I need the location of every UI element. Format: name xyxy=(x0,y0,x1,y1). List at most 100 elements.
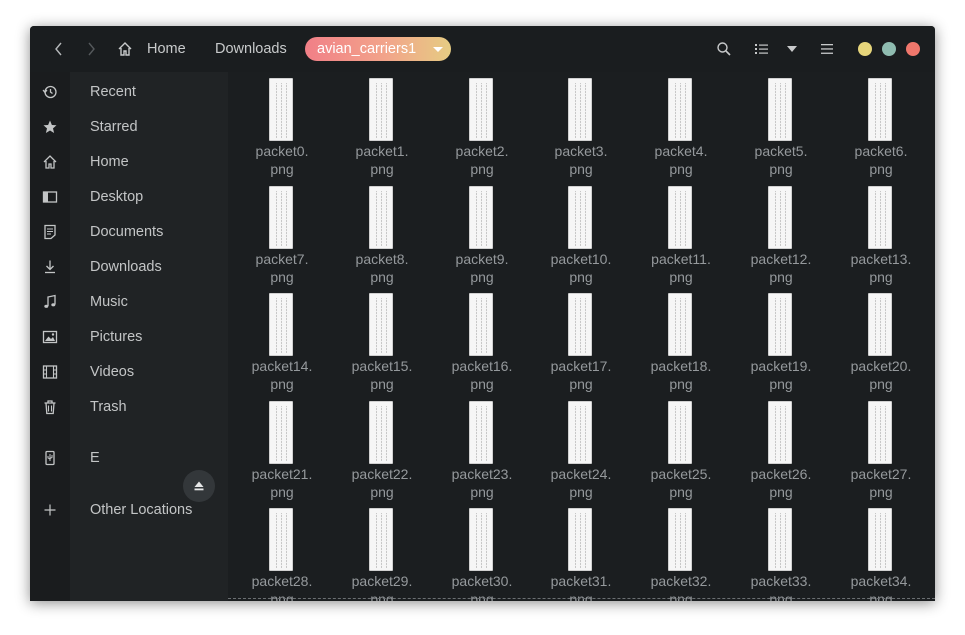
desktop-icon[interactable] xyxy=(40,187,60,207)
file-item[interactable]: packet4. png xyxy=(631,78,731,184)
main-menu-button[interactable] xyxy=(816,38,838,60)
file-item[interactable]: packet20. png xyxy=(831,293,931,399)
file-item[interactable]: packet7. png xyxy=(232,186,332,292)
sidebar-item-documents[interactable]: Documents xyxy=(90,222,163,242)
file-thumbnail xyxy=(369,401,393,464)
file-item[interactable]: packet23. png xyxy=(432,401,532,507)
sidebar-item-device-e[interactable]: E xyxy=(90,448,100,468)
file-name: packet19. png xyxy=(750,358,812,392)
documents-icon[interactable] xyxy=(40,222,60,242)
file-item[interactable]: packet9. png xyxy=(432,186,532,292)
sidebar-item-recent[interactable]: Recent xyxy=(90,82,136,102)
file-thumbnail xyxy=(568,508,592,571)
file-item[interactable]: packet26. png xyxy=(731,401,831,507)
sidebar-item-videos[interactable]: Videos xyxy=(90,362,134,382)
file-item[interactable]: packet8. png xyxy=(332,186,432,292)
file-thumbnail xyxy=(868,78,892,141)
file-item[interactable]: packet3. png xyxy=(531,78,631,184)
videos-icon[interactable] xyxy=(40,362,60,382)
file-item[interactable]: packet6. png xyxy=(831,78,931,184)
sidebar-item-home[interactable]: Home xyxy=(90,152,129,172)
forward-button[interactable] xyxy=(80,38,102,60)
sidebar-item-trash[interactable]: Trash xyxy=(90,397,127,417)
file-thumbnail xyxy=(369,186,393,249)
file-item[interactable]: packet18. png xyxy=(631,293,731,399)
eject-icon xyxy=(194,481,204,491)
file-name: packet22. png xyxy=(351,466,413,500)
file-name: packet21. png xyxy=(251,466,313,500)
view-options-button[interactable] xyxy=(781,38,803,60)
breadcrumb-home-icon-button[interactable] xyxy=(114,38,136,60)
file-name: packet33. png xyxy=(750,573,812,601)
file-item[interactable]: packet16. png xyxy=(432,293,532,399)
file-item[interactable]: packet10. png xyxy=(531,186,631,292)
sidebar-item-desktop[interactable]: Desktop xyxy=(90,187,143,207)
file-item[interactable]: packet14. png xyxy=(232,293,332,399)
back-button[interactable] xyxy=(48,38,70,60)
trash-icon[interactable] xyxy=(40,397,60,417)
sidebar-item-other-locations[interactable]: Other Locations xyxy=(90,500,192,520)
list-view-icon xyxy=(755,44,768,54)
file-item[interactable]: packet31. png xyxy=(531,508,631,601)
file-name: packet9. png xyxy=(455,251,509,285)
file-item[interactable]: packet33. png xyxy=(731,508,831,601)
file-name: packet12. png xyxy=(750,251,812,285)
pictures-icon[interactable] xyxy=(40,327,60,347)
search-button[interactable] xyxy=(713,38,735,60)
recent-icon[interactable] xyxy=(40,82,60,102)
file-item[interactable]: packet19. png xyxy=(731,293,831,399)
file-item[interactable]: packet27. png xyxy=(831,401,931,507)
close-button[interactable] xyxy=(906,42,920,56)
file-thumbnail xyxy=(568,78,592,141)
file-thumbnail xyxy=(668,78,692,141)
forward-icon xyxy=(88,42,95,56)
rubberband-divider xyxy=(228,598,935,599)
file-name: packet8. png xyxy=(355,251,409,285)
star-icon[interactable] xyxy=(40,117,60,137)
sidebar: Recent Starred Home Desktop Documents Do… xyxy=(70,72,228,601)
breadcrumb-current-folder[interactable]: avian_carriers1 xyxy=(305,37,451,61)
file-thumbnail xyxy=(668,401,692,464)
plus-icon[interactable] xyxy=(40,500,60,520)
file-item[interactable]: packet2. png xyxy=(432,78,532,184)
maximize-button[interactable] xyxy=(882,42,896,56)
file-item[interactable]: packet28. png xyxy=(232,508,332,601)
music-icon[interactable] xyxy=(40,292,60,312)
downloads-icon[interactable] xyxy=(40,257,60,277)
file-thumbnail xyxy=(668,293,692,356)
file-item[interactable]: packet22. png xyxy=(332,401,432,507)
sidebar-item-downloads[interactable]: Downloads xyxy=(90,257,162,277)
file-item[interactable]: packet15. png xyxy=(332,293,432,399)
eject-button[interactable] xyxy=(183,470,215,502)
file-item[interactable]: packet34. png xyxy=(831,508,931,601)
file-name: packet14. png xyxy=(251,358,313,392)
home-icon[interactable] xyxy=(40,152,60,172)
sidebar-item-starred[interactable]: Starred xyxy=(90,117,138,137)
minimize-button[interactable] xyxy=(858,42,872,56)
file-item[interactable]: packet21. png xyxy=(232,401,332,507)
file-name: packet10. png xyxy=(550,251,612,285)
sidebar-item-pictures[interactable]: Pictures xyxy=(90,327,142,347)
usb-drive-icon[interactable] xyxy=(40,448,60,468)
file-thumbnail xyxy=(369,293,393,356)
file-item[interactable]: packet30. png xyxy=(432,508,532,601)
list-view-button[interactable] xyxy=(751,38,773,60)
file-thumbnail xyxy=(469,293,493,356)
file-item[interactable]: packet25. png xyxy=(631,401,731,507)
file-item[interactable]: packet5. png xyxy=(731,78,831,184)
sidebar-icon-strip xyxy=(30,72,70,601)
file-item[interactable]: packet11. png xyxy=(631,186,731,292)
file-item[interactable]: packet32. png xyxy=(631,508,731,601)
breadcrumb-home[interactable]: Home xyxy=(147,38,186,60)
file-item[interactable]: packet17. png xyxy=(531,293,631,399)
file-thumbnail xyxy=(868,508,892,571)
sidebar-item-music[interactable]: Music xyxy=(90,292,128,312)
file-item[interactable]: packet0. png xyxy=(232,78,332,184)
file-item[interactable]: packet29. png xyxy=(332,508,432,601)
file-name: packet25. png xyxy=(650,466,712,500)
breadcrumb-downloads[interactable]: Downloads xyxy=(215,38,287,60)
file-item[interactable]: packet1. png xyxy=(332,78,432,184)
file-item[interactable]: packet12. png xyxy=(731,186,831,292)
file-item[interactable]: packet24. png xyxy=(531,401,631,507)
file-item[interactable]: packet13. png xyxy=(831,186,931,292)
